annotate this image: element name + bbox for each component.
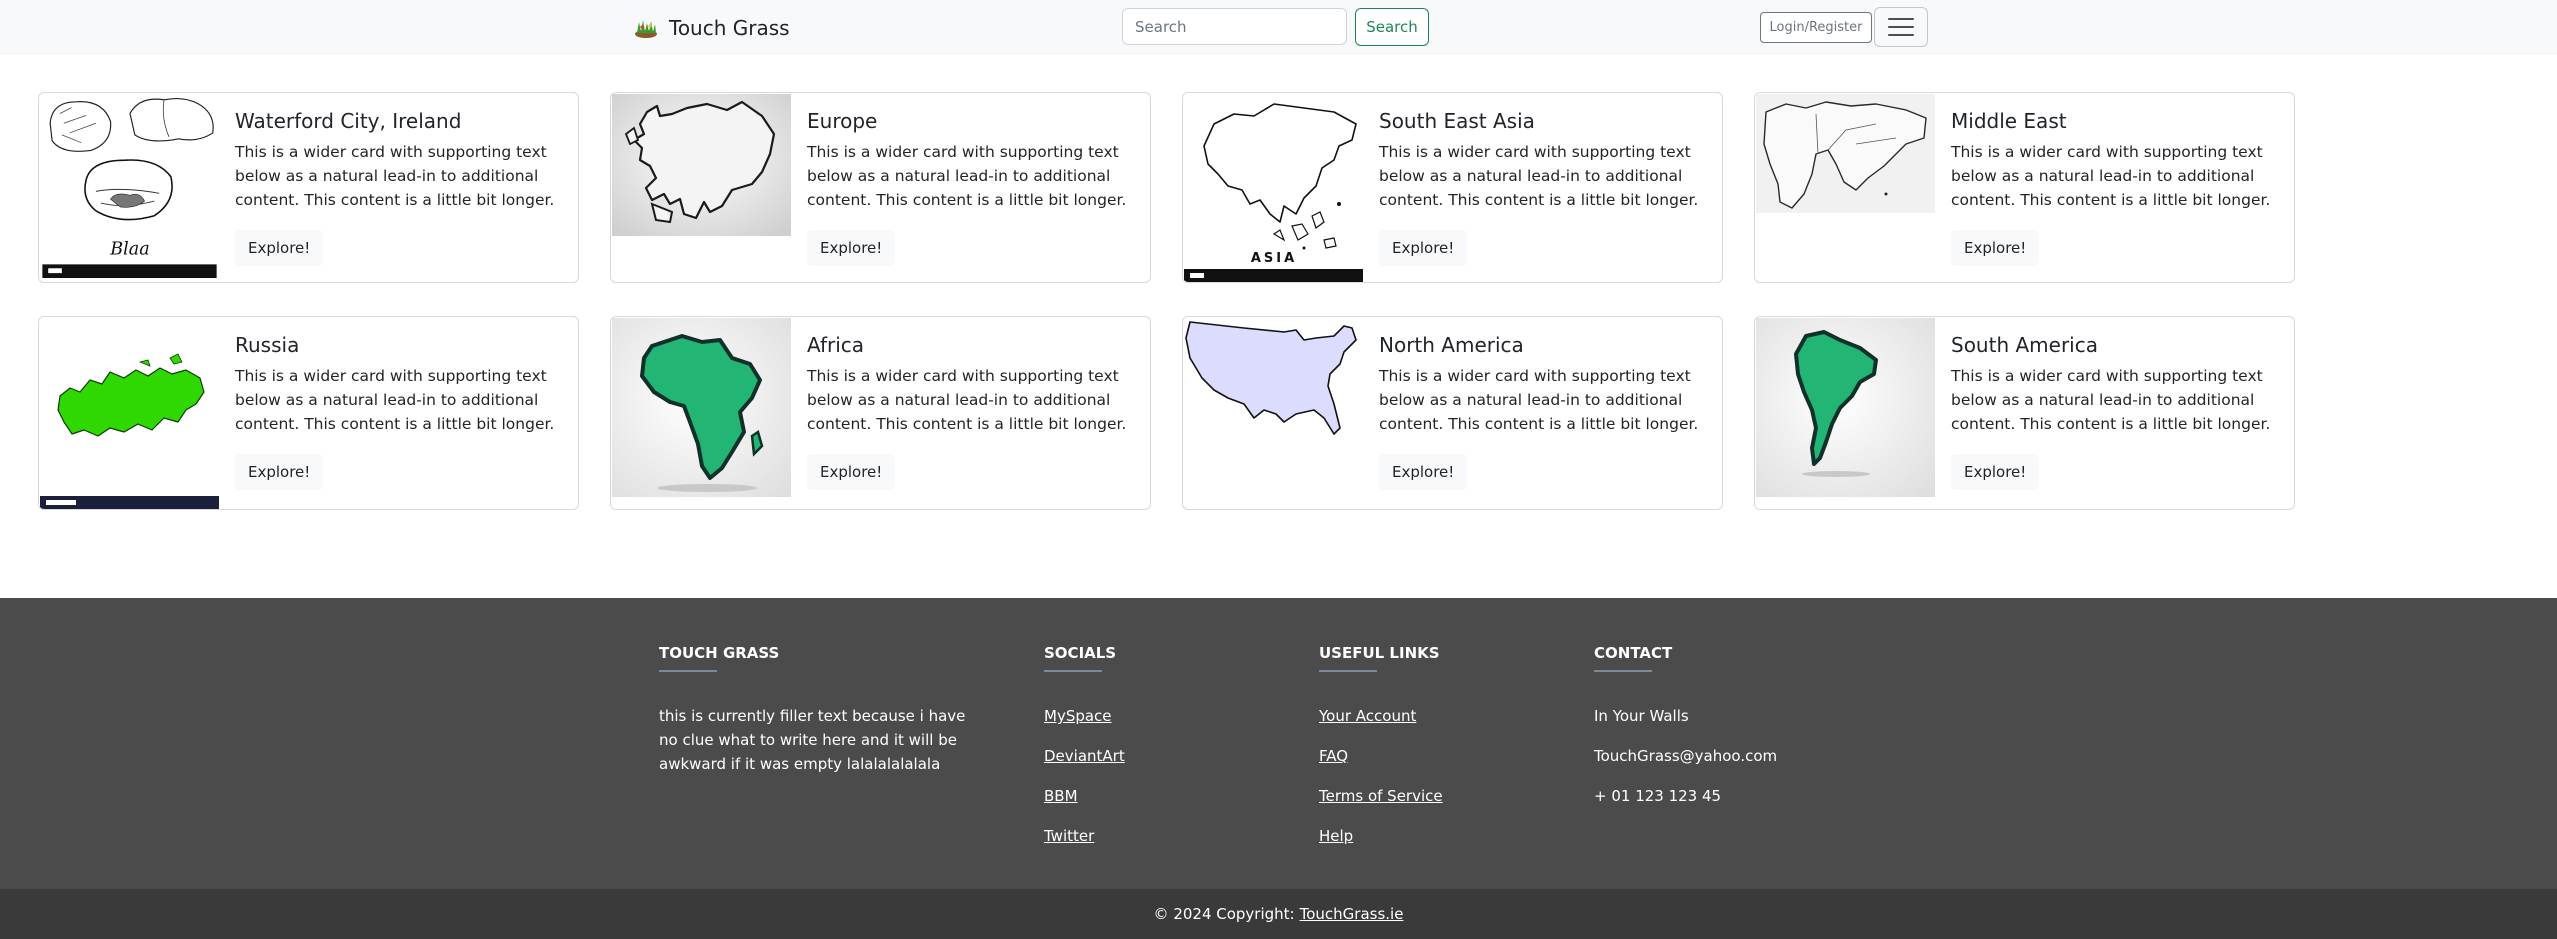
hamburger-menu-icon [1888,18,1914,20]
footer-contact-section: CONTACT In Your Walls TouchGrass@yahoo.c… [1594,644,1834,824]
card-text: This is a wider card with supporting tex… [807,367,1127,433]
contact-email: TouchGrass@yahoo.com [1594,747,1778,765]
hamburger-menu-button[interactable] [1874,7,1928,47]
card-title: Africa [807,333,865,357]
social-link-deviantart[interactable]: DeviantArt [1044,744,1244,768]
navbar: Touch Grass Search Login/Register [0,0,2557,55]
copyright-link[interactable]: TouchGrass.ie [1300,905,1404,923]
card-title: South America [1951,333,2098,357]
russia-map-image [40,318,219,509]
footer-about-text: this is currently filler text because i … [659,707,966,773]
explore-button[interactable]: Explore! [1951,230,2040,266]
card-title: Europe [807,109,878,133]
heading-divider [1594,670,1652,672]
card-africa: Africa This is a wider card with support… [610,316,1151,510]
footer-socials-section: SOCIALS MySpace DeviantArt BBM Twitter [1044,644,1244,864]
social-link-myspace[interactable]: MySpace [1044,704,1244,728]
footer-heading: SOCIALS [1044,644,1117,662]
card-text: This is a wider card with supporting tex… [1379,367,1699,433]
card-title: Waterford City, Ireland [235,109,462,133]
card-text: This is a wider card with supporting tex… [235,143,555,209]
social-link-bbm[interactable]: BBM [1044,784,1244,808]
copyright-text: © 2024 Copyright: [1153,905,1295,923]
card-title: North America [1379,333,1524,357]
copyright-bar: © 2024 Copyright: TouchGrass.ie [0,889,2557,939]
card-text: This is a wider card with supporting tex… [235,367,555,433]
card-text: This is a wider card with supporting tex… [1951,143,2271,209]
social-link-twitter[interactable]: Twitter [1044,824,1244,848]
explore-button[interactable]: Explore! [807,454,896,490]
heading-divider [1319,670,1377,672]
explore-button[interactable]: Explore! [1379,230,1468,266]
south-america-map-image [1756,318,1935,497]
useful-link-terms[interactable]: Terms of Service [1319,784,1539,808]
grass-logo-icon [635,20,657,38]
footer: TOUCH GRASS this is currently filler tex… [0,598,2557,889]
useful-link-faq[interactable]: FAQ [1319,744,1539,768]
asia-map-image: ASIA [1184,94,1363,282]
heading-divider [1044,670,1102,672]
card-europe: Europe This is a wider card with support… [610,92,1151,283]
svg-text:Blaa: Blaa [109,240,149,260]
search-input[interactable] [1122,8,1347,45]
footer-about-section: TOUCH GRASS this is currently filler tex… [659,644,974,776]
heading-divider [659,670,717,672]
card-middle-east: Middle East This is a wider card with su… [1754,92,2295,283]
card-south-america: South America This is a wider card with … [1754,316,2295,510]
explore-button[interactable]: Explore! [1379,454,1468,490]
footer-heading: USEFUL LINKS [1319,644,1440,662]
asia-caption: ASIA [1251,251,1297,266]
contact-address: In Your Walls [1594,707,1689,725]
search-button[interactable]: Search [1355,8,1429,46]
brand-name: Touch Grass [669,16,790,40]
card-title: Russia [235,333,300,357]
contact-phone: + 01 123 123 45 [1594,787,1722,805]
card-russia: Russia This is a wider card with support… [38,316,579,510]
card-south-east-asia: ASIA South East Asia This is a wider car… [1182,92,1723,283]
card-title: Middle East [1951,109,2067,133]
usa-map-image [1184,318,1363,443]
explore-button[interactable]: Explore! [1951,454,2040,490]
card-north-america: North America This is a wider card with … [1182,316,1723,510]
explore-button[interactable]: Explore! [235,230,324,266]
card-text: This is a wider card with supporting tex… [1379,143,1699,209]
explore-button[interactable]: Explore! [807,230,896,266]
middle-east-map-image [1756,94,1935,213]
card-text: This is a wider card with supporting tex… [1951,367,2271,433]
africa-map-image [612,318,791,497]
footer-useful-links-section: USEFUL LINKS Your Account FAQ Terms of S… [1319,644,1539,864]
waterford-sketch-image: Blaa [42,94,217,278]
explore-button[interactable]: Explore! [235,454,324,490]
europe-map-image [612,94,791,236]
useful-link-help[interactable]: Help [1319,824,1539,848]
login-register-button[interactable]: Login/Register [1760,12,1872,43]
footer-heading: CONTACT [1594,644,1673,662]
card-text: This is a wider card with supporting tex… [807,143,1127,209]
useful-link-your-account[interactable]: Your Account [1319,704,1539,728]
card-waterford: Blaa Waterford City, Ireland This is a w… [38,92,579,283]
footer-heading: TOUCH GRASS [659,644,780,662]
card-title: South East Asia [1379,109,1535,133]
brand-link[interactable]: Touch Grass [633,13,790,43]
